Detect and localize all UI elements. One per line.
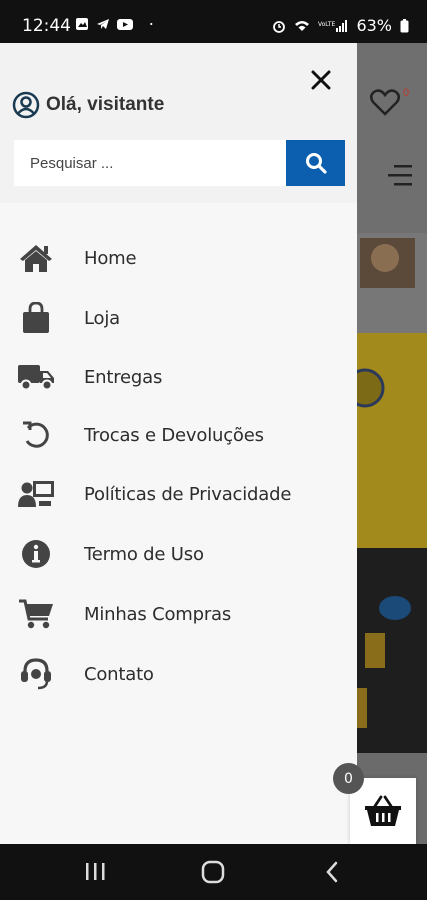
- menu-label-termo: Termo de Uso: [84, 543, 204, 565]
- basket-icon: [365, 795, 401, 826]
- user-circle-icon: [12, 91, 40, 119]
- search-button[interactable]: [286, 140, 345, 186]
- cart-count-badge: 0: [333, 763, 364, 794]
- headset-icon: [16, 654, 56, 694]
- hamburger-menu-icon[interactable]: [388, 163, 414, 187]
- cart-icon: [16, 594, 56, 634]
- menu-item-contato[interactable]: Contato: [0, 652, 357, 696]
- svg-text:VoLTE: VoLTE: [318, 21, 335, 28]
- greeting: Olá, visitante: [12, 91, 164, 119]
- dot-icon: [150, 22, 153, 26]
- status-bar: 12:44 VoLTE 63%: [0, 0, 427, 43]
- recent-apps-icon[interactable]: [80, 858, 110, 886]
- greeting-text: Olá, visitante: [46, 94, 165, 115]
- menu-item-trocas[interactable]: Trocas e Devoluções: [0, 413, 357, 457]
- search-icon: [305, 153, 327, 174]
- bg-promo: [355, 548, 427, 758]
- search-bar: [14, 140, 345, 186]
- bg-category: [355, 233, 427, 333]
- system-nav-bar: [0, 844, 427, 900]
- wifi-icon: [295, 20, 310, 31]
- promo-graphic: [355, 596, 411, 728]
- truck-icon: [16, 357, 56, 397]
- status-time: 12:44: [22, 16, 71, 36]
- undo-icon: [16, 415, 56, 455]
- menu-item-termo[interactable]: Termo de Uso: [0, 532, 357, 576]
- menu-item-home[interactable]: Home: [0, 236, 357, 280]
- search-input[interactable]: [14, 140, 286, 186]
- menu-item-compras[interactable]: Minhas Compras: [0, 592, 357, 636]
- shopping-bag-icon: [16, 298, 56, 338]
- system-icons: VoLTE 63%: [272, 16, 409, 35]
- banner-logo-icon: [355, 368, 385, 408]
- alarm-icon: [273, 20, 286, 33]
- menu-label-entregas: Entregas: [84, 366, 163, 388]
- bg-header: [355, 43, 427, 263]
- wishlist-count: 0: [403, 87, 410, 99]
- home-button-icon[interactable]: [198, 858, 228, 886]
- back-icon[interactable]: [318, 858, 348, 886]
- menu-label-contato: Contato: [84, 663, 154, 685]
- menu-label-home: Home: [84, 247, 137, 269]
- menu-label-loja: Loja: [84, 307, 120, 329]
- side-drawer: Olá, visitante Home Loja Entregas: [0, 43, 357, 844]
- menu-label-compras: Minhas Compras: [84, 603, 232, 625]
- notification-icons: [75, 17, 156, 31]
- category-image: [360, 238, 415, 288]
- signal-icon: VoLTE: [318, 19, 348, 32]
- battery-percent: 63%: [356, 16, 392, 35]
- menu-label-trocas: Trocas e Devoluções: [84, 424, 264, 446]
- heart-icon[interactable]: [370, 89, 400, 117]
- close-icon[interactable]: [308, 67, 334, 93]
- telegram-icon: [97, 19, 109, 29]
- gallery-icon: [76, 18, 88, 30]
- menu-item-politicas[interactable]: Políticas de Privacidade: [0, 472, 357, 516]
- menu-item-entregas[interactable]: Entregas: [0, 355, 357, 399]
- user-screen-icon: [16, 474, 56, 514]
- youtube-icon: [117, 19, 133, 30]
- menu-item-loja[interactable]: Loja: [0, 296, 357, 340]
- info-icon: [16, 534, 56, 574]
- home-icon: [16, 238, 56, 278]
- battery-icon: [400, 18, 409, 32]
- menu-label-politicas: Políticas de Privacidade: [84, 483, 292, 505]
